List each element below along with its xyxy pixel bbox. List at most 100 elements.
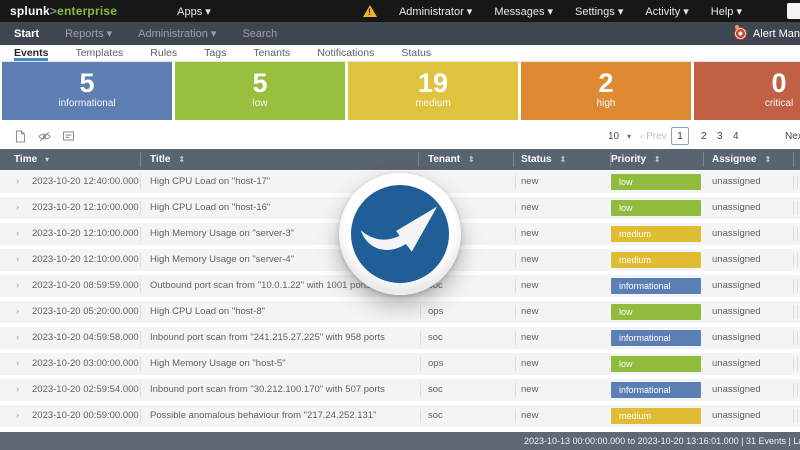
pagination-page-4[interactable]: 4 (733, 131, 739, 142)
top-bar: splunk>enterprise Apps ▾ Administrator ▾… (0, 0, 800, 22)
nav-item-administration[interactable]: Administration ▾ (138, 27, 216, 40)
row-separator (140, 383, 141, 397)
tab-tenants[interactable]: Tenants (253, 45, 290, 61)
export-icon[interactable] (14, 130, 27, 143)
column-header-assignee[interactable]: Assignee ⇕ (712, 149, 771, 170)
table-row[interactable]: › 2023-10-20 05:20:00.000 High CPU Load on… (0, 301, 800, 323)
app-identity[interactable]: Alert Man (733, 22, 800, 45)
cell-time: 2023-10-20 04:59:58.000 (32, 332, 139, 343)
row-separator (515, 331, 516, 345)
topbar-menu-settings[interactable]: Settings ▾ (575, 5, 623, 18)
expand-chevron-icon[interactable]: › (16, 379, 19, 401)
cell-title: High Memory Usage on "server-4" (150, 254, 295, 265)
cell-title: High Memory Usage on "host-5" (150, 358, 286, 369)
page-size-dropdown[interactable]: 10 ▾ (608, 131, 631, 142)
row-separator (793, 383, 794, 397)
apps-menu[interactable]: Apps ▾ (177, 5, 211, 18)
row-separator (515, 279, 516, 293)
sort-icon: ▾ (45, 155, 50, 164)
severity-card-medium[interactable]: 19 medium (348, 62, 518, 120)
cell-title: High CPU Load on "host-8" (150, 306, 266, 317)
topbar-menu-help[interactable]: Help ▾ (711, 5, 742, 18)
expand-chevron-icon[interactable]: › (16, 275, 19, 297)
sort-icon: ⇕ (559, 155, 567, 164)
row-separator (793, 175, 794, 189)
column-header-title[interactable]: Title ⇕ (150, 149, 185, 170)
row-separator (797, 175, 798, 189)
cell-assignee: unassigned (712, 358, 761, 369)
severity-card-informational[interactable]: 5 informational (2, 62, 172, 120)
expand-chevron-icon[interactable]: › (16, 327, 19, 349)
column-header-tenant[interactable]: Tenant ⇕ (428, 149, 475, 170)
nav-item-search[interactable]: Search (242, 28, 277, 40)
row-separator (515, 227, 516, 241)
expand-chevron-icon[interactable]: › (16, 223, 19, 245)
severity-label: high (596, 98, 616, 109)
find-search-box[interactable] (787, 3, 800, 19)
cell-status: new (521, 306, 539, 317)
tab-templates[interactable]: Templates (75, 45, 123, 61)
tab-notifications[interactable]: Notifications (317, 45, 374, 61)
column-header-status[interactable]: Status ⇕ (521, 149, 566, 170)
column-header-time[interactable]: Time ▾ (14, 149, 49, 170)
row-separator (797, 305, 798, 319)
pagination-page-3[interactable]: 3 (717, 131, 723, 142)
tab-status[interactable]: Status (401, 45, 431, 61)
row-separator (140, 227, 141, 241)
cell-assignee: unassigned (712, 410, 761, 421)
pagination-next[interactable]: Next (785, 131, 800, 142)
table-row[interactable]: › 2023-10-20 03:00:00.000 High Memory Usag… (0, 353, 800, 375)
topbar-menu-administrator[interactable]: Administrator ▾ (399, 5, 472, 18)
table-row[interactable]: › 2023-10-20 00:59:00.000 Possible anomalo… (0, 405, 800, 427)
severity-count: 0 (771, 68, 787, 98)
priority-badge: informational (611, 382, 701, 398)
pagination-page-1[interactable]: 1 (671, 127, 689, 145)
splunk-logo[interactable]: splunk>enterprise (10, 4, 117, 18)
nav-item-reports[interactable]: Reports ▾ (65, 27, 112, 40)
nav-item-start[interactable]: Start (14, 28, 39, 40)
cell-tenant: ops (428, 306, 444, 317)
severity-label: critical (764, 98, 794, 109)
cell-status: new (521, 176, 539, 187)
severity-card-low[interactable]: 5 low (175, 62, 345, 120)
time-range-status: 2023-10-13 00:00:00.000 to 2023-10-20 13… (524, 436, 800, 446)
priority-badge: low (611, 356, 701, 372)
cell-time: 2023-10-20 00:59:00.000 (32, 410, 139, 421)
severity-card-high[interactable]: 2 high (521, 62, 691, 120)
table-row[interactable]: › 2023-10-20 04:59:58.000 Inbound port sca… (0, 327, 800, 349)
expand-chevron-icon[interactable]: › (16, 301, 19, 323)
row-separator (420, 409, 421, 423)
pagination-prev[interactable]: ‹ Prev (640, 131, 667, 142)
expand-chevron-icon[interactable]: › (16, 197, 19, 219)
tab-events[interactable]: Events (14, 45, 49, 61)
row-separator (797, 383, 798, 397)
pagination-page-2[interactable]: 2 (701, 131, 707, 142)
row-separator (797, 227, 798, 241)
table-row[interactable]: › 2023-10-20 02:59:54.000 Inbound port sca… (0, 379, 800, 401)
header-separator (140, 152, 141, 167)
topbar-menu-activity[interactable]: Activity ▾ (645, 5, 688, 18)
expand-chevron-icon[interactable]: › (16, 249, 19, 271)
tab-rules[interactable]: Rules (150, 45, 177, 61)
expand-chevron-icon[interactable]: › (16, 405, 19, 427)
cell-assignee: unassigned (712, 306, 761, 317)
column-header-priority[interactable]: Priority ⇕ (611, 149, 661, 170)
expand-chevron-icon[interactable]: › (16, 171, 19, 193)
topbar-menu-messages[interactable]: Messages ▾ (494, 5, 553, 18)
cell-title: Inbound port scan from "241.215.27.225" … (150, 332, 385, 343)
row-separator (515, 383, 516, 397)
severity-label: informational (58, 98, 116, 109)
expand-chevron-icon[interactable]: › (16, 353, 19, 375)
cell-time: 2023-10-20 12:40:00.000 (32, 176, 139, 187)
alert-manager-events-page: { "topbar": { "logo": { "brand": "splunk… (0, 0, 800, 450)
severity-count: 19 (417, 68, 449, 98)
severity-card-critical[interactable]: 0 critical (694, 62, 800, 120)
cell-status: new (521, 384, 539, 395)
cell-status: new (521, 280, 539, 291)
warning-icon[interactable] (362, 5, 377, 17)
eye-hide-icon[interactable] (38, 130, 51, 143)
cell-status: new (521, 358, 539, 369)
tab-tags[interactable]: Tags (204, 45, 226, 61)
row-separator (515, 201, 516, 215)
comment-icon[interactable] (62, 130, 75, 143)
